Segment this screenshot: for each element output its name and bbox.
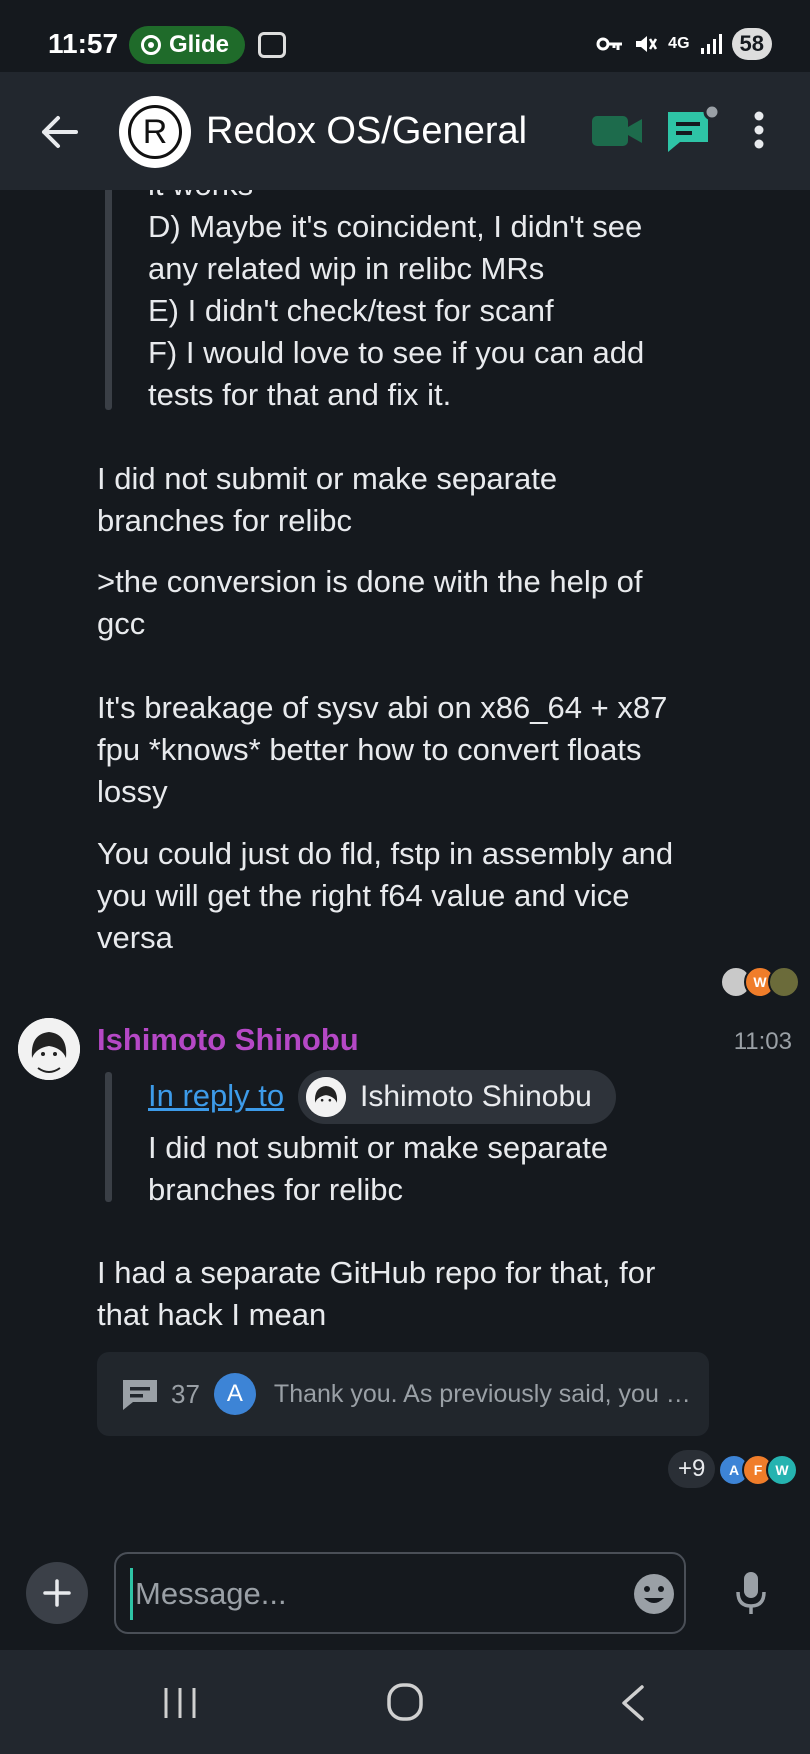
message-line: you will get the right f64 value and vic… (97, 878, 630, 913)
message-body[interactable]: You could just do fld, fstp in assembly … (97, 833, 717, 959)
composer (0, 1530, 810, 1650)
screenshot-icon (258, 32, 286, 58)
quote-line: branches for relibc (148, 1172, 404, 1207)
quote-line: I did not submit or make separate (148, 1130, 609, 1165)
message-line: I did not submit or make separate (97, 461, 558, 496)
network-type: 4G (668, 35, 690, 52)
thread-reply-count: 37 (171, 1378, 200, 1409)
quote-bar (105, 190, 112, 410)
microphone-icon[interactable] (734, 1570, 768, 1616)
add-attachment-button[interactable] (26, 1562, 88, 1624)
in-reply-to-link[interactable]: In reply to (148, 1078, 284, 1114)
record-icon (141, 35, 161, 55)
reply-quote-text: I did not submit or make separate branch… (148, 1127, 708, 1211)
quote-line: tests for that and fix it. (148, 377, 452, 412)
back-arrow-icon[interactable] (30, 108, 90, 156)
quote-line: any related wip in relibc MRs (148, 251, 545, 286)
plus-icon (43, 1579, 71, 1607)
quote-line: F) I would love to see if you can add (148, 335, 645, 370)
message-line: that hack I mean (97, 1297, 327, 1332)
emoji-icon[interactable] (632, 1572, 676, 1616)
reply-quote-bar (105, 1072, 112, 1202)
message-line: fpu *knows* better how to convert floats (97, 732, 642, 767)
battery-level: 58 (731, 28, 772, 60)
room-avatar[interactable]: R (119, 96, 191, 168)
reply-user-avatar (306, 1077, 346, 1117)
signal-icon (700, 34, 722, 54)
recent-apps-icon[interactable] (162, 1686, 198, 1720)
home-icon[interactable] (386, 1682, 424, 1722)
status-bar: 11:57 Glide 4G 58 (0, 0, 810, 72)
glide-pill: Glide (129, 26, 246, 64)
receipt-avatar: W (766, 1454, 798, 1486)
sender-name[interactable]: Ishimoto Shinobu (97, 1022, 359, 1058)
message-line: versa (97, 920, 173, 955)
reply-user-name: Ishimoto Shinobu (360, 1080, 592, 1113)
quote-line: it works (148, 190, 708, 206)
message-line: I had a separate GitHub repo for that, f… (97, 1255, 656, 1290)
threads-icon[interactable] (664, 102, 724, 156)
thread-icon (123, 1380, 157, 1410)
message-line (97, 645, 717, 687)
message-timeline[interactable]: it works D) Maybe it's coincident, I did… (0, 190, 810, 1530)
nav-back-icon[interactable] (618, 1684, 648, 1722)
message-timestamp: 11:03 (733, 1028, 792, 1055)
message-line: gcc (97, 606, 146, 641)
room-avatar-letter: R (128, 105, 182, 159)
room-title[interactable]: Redox OS/General (206, 110, 527, 153)
reply-to-user-pill[interactable]: Ishimoto Shinobu (298, 1070, 616, 1124)
thread-last-avatar: A (213, 1373, 256, 1415)
mute-icon (636, 36, 658, 52)
video-call-icon[interactable] (590, 114, 644, 148)
thread-summary[interactable]: 37 A Thank you. As previously said, you … (97, 1352, 709, 1436)
key-icon (596, 37, 623, 51)
read-receipts[interactable]: W (720, 966, 800, 998)
more-receipts-count[interactable]: +9 (668, 1450, 716, 1488)
status-time: 11:57 (48, 28, 119, 59)
receipt-avatar (768, 966, 800, 998)
status-icons: 4G 58 (596, 28, 772, 60)
message-body[interactable]: >the conversion is done with the help of… (97, 561, 717, 813)
message-line: lossy (97, 774, 168, 809)
read-receipts[interactable]: A F W (718, 1454, 798, 1486)
message-body[interactable]: I did not submit or make separate branch… (97, 458, 717, 542)
message-line: It's breakage of sysv abi on x86_64 + x8… (97, 690, 668, 725)
sender-avatar[interactable] (18, 1018, 80, 1080)
message-input[interactable] (130, 1568, 607, 1620)
quote-line: E) I didn't check/test for scanf (148, 293, 554, 328)
quote-line: D) Maybe it's coincident, I didn't see (148, 209, 643, 244)
message-body[interactable]: I had a separate GitHub repo for that, f… (97, 1252, 717, 1336)
system-nav-bar (0, 1650, 810, 1754)
anime-avatar-icon (18, 1018, 80, 1080)
message-line: branches for relibc (97, 503, 353, 538)
message-field[interactable] (114, 1552, 686, 1634)
message-line: >the conversion is done with the help of (97, 564, 643, 599)
glide-label: Glide (169, 31, 230, 58)
thread-preview: Thank you. As previously said, you … (273, 1379, 691, 1408)
more-options-icon[interactable] (752, 110, 766, 150)
quoted-text: it works D) Maybe it's coincident, I did… (148, 190, 708, 416)
room-header: R Redox OS/General (0, 72, 810, 190)
message-line: You could just do fld, fstp in assembly … (97, 836, 674, 871)
